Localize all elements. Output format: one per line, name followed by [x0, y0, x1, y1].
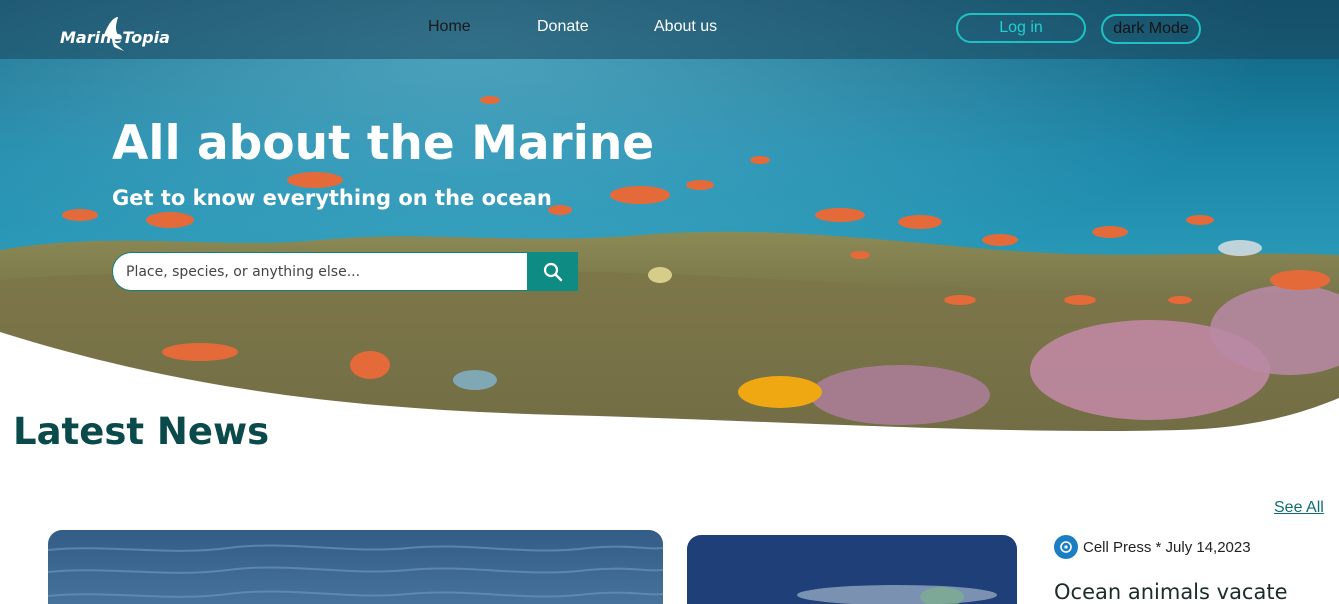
search-input[interactable] [112, 252, 528, 291]
cell-press-logo-icon [1054, 535, 1078, 559]
article-source: Cell Press * July 14,2023 [1054, 535, 1251, 559]
see-all-link[interactable]: See All [1274, 499, 1324, 517]
page: MarineTopia Home Donate About us Log in … [0, 0, 1339, 604]
ocean-waves-image [48, 530, 663, 604]
search-bar [112, 252, 578, 291]
latest-news-heading: Latest News [13, 410, 270, 453]
hero-title: All about the Marine [112, 116, 655, 171]
dark-mode-button[interactable]: dark Mode [1101, 14, 1201, 44]
article-title[interactable]: Ocean animals vacate [1054, 580, 1288, 604]
nav-link-about-us[interactable]: About us [654, 18, 717, 36]
article-source-text: Cell Press * July 14,2023 [1083, 538, 1251, 556]
login-button[interactable]: Log in [956, 13, 1086, 43]
news-card-image-ocean[interactable] [48, 530, 663, 604]
navbar: MarineTopia Home Donate About us Log in … [0, 0, 1339, 59]
nav-link-donate[interactable]: Donate [537, 18, 589, 36]
deep-sea-image [687, 535, 1017, 604]
hero-background-image [0, 0, 1339, 440]
search-icon [543, 262, 562, 281]
news-card-image-aquarium[interactable] [687, 535, 1017, 604]
hero-subtitle: Get to know everything on the ocean [112, 186, 552, 210]
nav-link-home[interactable]: Home [428, 18, 471, 36]
search-button[interactable] [527, 252, 578, 291]
hero-section: MarineTopia Home Donate About us Log in … [0, 0, 1339, 440]
